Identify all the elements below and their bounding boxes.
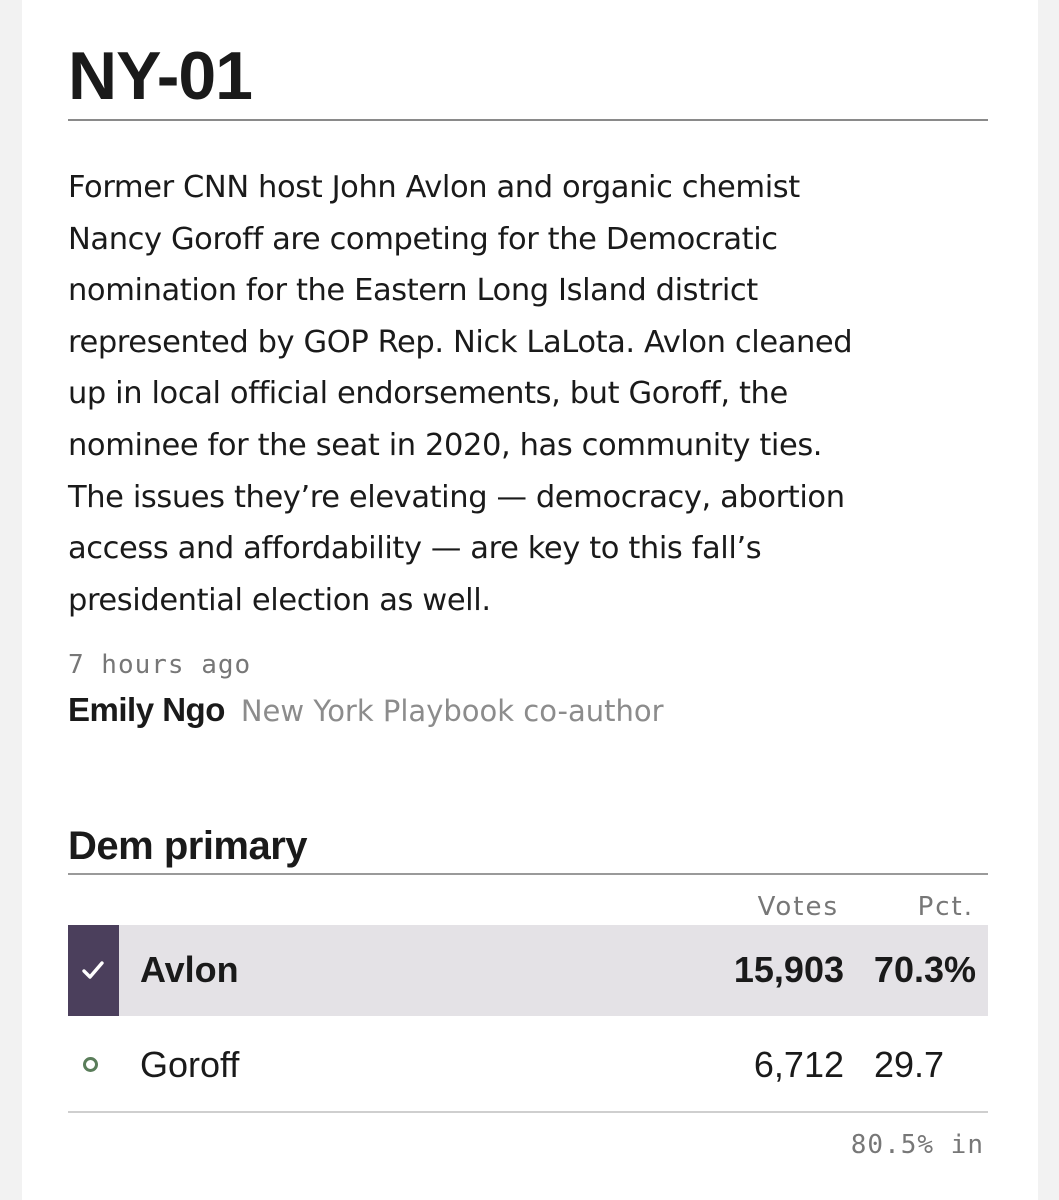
reporting-status: 80.5% in xyxy=(850,1130,984,1160)
summary-line: represented by GOP Rep. Nick LaLota. Avl… xyxy=(68,324,853,360)
candidate-row-winner: Avlon 15,903 70.3% xyxy=(68,925,988,1016)
pct-column-header: Pct. xyxy=(917,892,974,922)
candidate-pct: 29.7 xyxy=(874,1044,945,1085)
summary-line: up in local official endorsements, but G… xyxy=(68,376,788,412)
author-name[interactable]: Emily Ngo xyxy=(68,691,225,728)
candidate-votes: 6,712 xyxy=(753,1044,844,1085)
check-icon xyxy=(82,961,104,979)
summary-line: presidential election as well. xyxy=(68,582,491,618)
summary-line: nomination for the Eastern Long Island d… xyxy=(68,273,758,309)
summary-line: Nancy Goroff are competing for the Democ… xyxy=(68,221,778,257)
candidate-votes: 15,903 xyxy=(733,949,844,990)
candidate-pct: 70.3% xyxy=(873,949,976,990)
byline: Emily Ngo New York Playbook co-author xyxy=(68,688,988,733)
race-summary: Former CNN host John Avlon and organic c… xyxy=(68,162,988,626)
candidate-row: Goroff 6,712 29.7 xyxy=(68,1018,988,1110)
race-title: Dem primary xyxy=(68,824,308,868)
summary-line: nominee for the seat in 2020, has commun… xyxy=(68,427,823,463)
district-title: NY-01 xyxy=(68,38,253,114)
dot-icon xyxy=(83,1057,98,1072)
race-divider xyxy=(68,873,988,875)
author-role: New York Playbook co-author xyxy=(240,694,664,728)
candidate-name: Avlon xyxy=(140,949,239,990)
table-bottom-divider xyxy=(68,1111,988,1113)
candidate-name: Goroff xyxy=(140,1044,240,1085)
race-card: NY-01 Former CNN host John Avlon and org… xyxy=(22,0,1038,1200)
summary-line: access and affordability — are key to th… xyxy=(68,531,762,567)
post-timestamp: 7 hours ago xyxy=(68,650,252,680)
votes-column-header: Votes xyxy=(757,892,839,922)
winner-marker xyxy=(68,925,119,1016)
summary-line: Former CNN host John Avlon and organic c… xyxy=(68,170,800,205)
summary-line: The issues they’re elevating — democracy… xyxy=(68,479,845,515)
title-divider xyxy=(68,119,988,121)
